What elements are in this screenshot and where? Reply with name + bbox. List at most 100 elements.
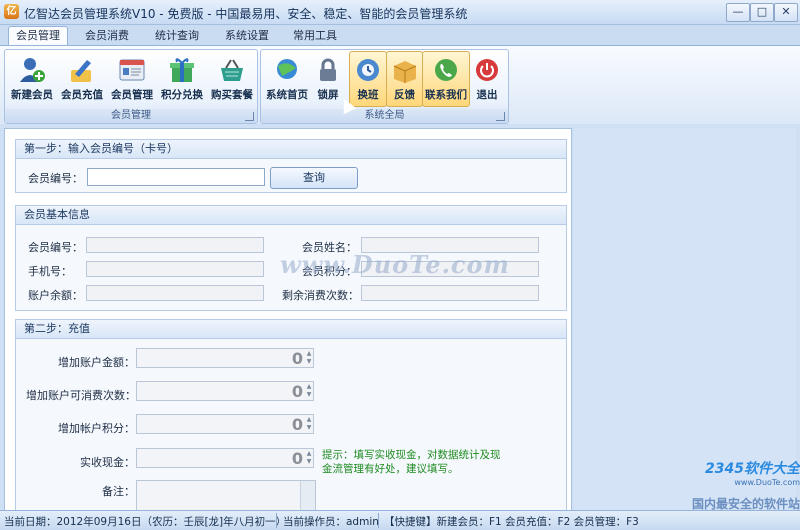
ribbon-group-system-label: 系统全局 [261, 109, 508, 123]
cash-label: 实收现金： [80, 456, 135, 469]
shift-change-label: 换班 [357, 89, 379, 101]
add-times-value: 0 [291, 382, 303, 401]
add-times-label: 增加账户可消费次数： [26, 389, 136, 402]
ribbon-tabs: 会员管理 会员消费 统计查询 系统设置 常用工具 [0, 25, 800, 47]
step1-member-no-label: 会员编号： [28, 172, 83, 185]
remark-scrollbar[interactable] [300, 481, 315, 513]
status-separator [378, 513, 379, 528]
home-globe-icon [277, 59, 297, 79]
watermark-corner-brand: 2345软件大全 [705, 461, 800, 477]
watermark-corner: 2345软件大全 www.DuoTe.com 国内最安全的软件站 [660, 458, 800, 512]
right-pane [574, 128, 796, 510]
step1-title: 第一步：输入会员编号（卡号） [16, 140, 566, 159]
spinner-arrows-icon[interactable]: ▲ ▼ [306, 450, 312, 467]
phone-icon [435, 59, 457, 81]
info-balance-field [86, 285, 264, 301]
points-exchange-label: 积分兑换 [161, 89, 203, 101]
close-button[interactable]: ✕ [774, 3, 798, 22]
member-card-icon [119, 59, 145, 81]
member-manage-label: 会员管理 [111, 89, 153, 101]
info-remaining-field [361, 285, 539, 301]
lock-screen-button[interactable]: 锁屏 [308, 52, 348, 106]
step2-title: 第二步：充值 [16, 320, 566, 339]
add-user-icon [20, 58, 45, 82]
add-amount-input[interactable]: 0 ▲ ▼ [136, 348, 314, 368]
group-launcher-icon[interactable] [245, 112, 254, 121]
add-points-label: 增加帐户积分： [58, 422, 135, 435]
status-operator: 当前操作员：admin [283, 516, 379, 528]
points-exchange-button[interactable]: 积分兑换 [158, 52, 206, 106]
info-member-no-label: 会员编号： [28, 241, 83, 254]
main-content: 第一步：输入会员编号（卡号） 会员编号： 查询 会员基本信息 会员编号： 会员姓… [0, 124, 800, 514]
info-balance-label: 账户余额： [28, 289, 83, 302]
member-manage-button[interactable]: 会员管理 [108, 52, 156, 106]
contact-us-button[interactable]: 联系我们 [422, 51, 470, 107]
query-button[interactable]: 查询 [270, 167, 358, 189]
member-recharge-label: 会员充值 [61, 89, 103, 101]
info-phone-field [86, 261, 264, 277]
title-bar: 亿 亿智达会员管理系统V10 - 免费版 - 中国最易用、安全、稳定、智能的会员… [0, 0, 800, 25]
ribbon: 新建会员 会员充值 会员管理 积分兑换 购买套餐 会员管理 系统首页 锁屏 换班… [0, 45, 800, 125]
new-member-label: 新建会员 [11, 89, 53, 101]
step2-panel: 第二步：充值 增加账户金额： 0 ▲ ▼ 增加账户可消费次数： 0 ▲ ▼ 增加帐户… [15, 319, 567, 514]
home-button[interactable]: 系统首页 [263, 52, 311, 106]
cash-input[interactable]: 0 ▲ ▼ [136, 448, 314, 468]
minimize-button[interactable]: — [726, 3, 750, 22]
step1-panel: 第一步：输入会员编号（卡号） 会员编号： 查询 [15, 139, 567, 193]
tab-tools[interactable]: 常用工具 [286, 27, 344, 45]
add-points-value: 0 [291, 415, 303, 434]
exit-button[interactable]: 退出 [469, 52, 505, 106]
home-label: 系统首页 [266, 89, 308, 101]
watermark-corner-site: www.DuoTe.com [734, 478, 800, 487]
basket-icon [221, 59, 243, 81]
maximize-button[interactable]: □ [750, 3, 774, 22]
group-launcher-icon[interactable] [496, 112, 505, 121]
window-title: 亿智达会员管理系统V10 - 免费版 - 中国最易用、安全、稳定、智能的会员管理… [24, 7, 468, 21]
gift-icon [170, 58, 194, 82]
status-date: 当前日期：2012年09月16日（农历：壬辰[龙]年八月初一） [4, 516, 287, 528]
recharge-pen-icon [71, 60, 91, 82]
status-hotkeys: 【快捷键】新建会员：F1 会员充值：F2 会员管理：F3 [384, 516, 639, 528]
feedback-label: 反馈 [394, 89, 415, 101]
remark-textarea[interactable] [136, 480, 316, 514]
info-member-no-field [86, 237, 264, 253]
app-logo-icon: 亿 [4, 4, 19, 19]
spinner-arrows-icon[interactable]: ▲ ▼ [306, 416, 312, 433]
add-times-input[interactable]: 0 ▲ ▼ [136, 381, 314, 401]
member-recharge-button[interactable]: 会员充值 [58, 52, 106, 106]
contact-us-label: 联系我们 [425, 89, 467, 101]
basic-info-title: 会员基本信息 [16, 206, 566, 225]
spinner-arrows-icon[interactable]: ▲ ▼ [306, 383, 312, 400]
watermark-center: www.DuoTe.com [280, 250, 510, 279]
feedback-box-icon [393, 61, 416, 83]
spinner-arrows-icon[interactable]: ▲ ▼ [306, 350, 312, 367]
status-separator [276, 513, 277, 528]
remark-label: 备注： [102, 485, 135, 498]
buy-package-label: 购买套餐 [211, 89, 253, 101]
shift-change-button[interactable]: 换班 [349, 51, 387, 107]
new-member-button[interactable]: 新建会员 [8, 52, 56, 106]
add-amount-value: 0 [291, 349, 303, 368]
shift-change-icon [357, 59, 379, 81]
cash-value: 0 [291, 449, 303, 468]
add-amount-label: 增加账户金额： [58, 356, 135, 369]
status-bar: 当前日期：2012年09月16日（农历：壬辰[龙]年八月初一） 当前操作员：ad… [0, 510, 800, 530]
tab-member-consumption[interactable]: 会员消费 [78, 27, 136, 45]
tab-system-settings[interactable]: 系统设置 [218, 27, 276, 45]
exit-label: 退出 [476, 89, 498, 101]
power-icon [476, 59, 498, 81]
tab-member-management[interactable]: 会员管理 [8, 26, 68, 47]
ribbon-group-member: 新建会员 会员充值 会员管理 积分兑换 购买套餐 会员管理 [4, 49, 258, 124]
info-phone-label: 手机号： [28, 265, 72, 278]
tab-statistics[interactable]: 统计查询 [148, 27, 206, 45]
member-no-input[interactable] [87, 168, 265, 186]
ribbon-group-system: 系统首页 锁屏 换班 反馈 联系我们 退出 系统全局 [260, 49, 509, 124]
add-points-input[interactable]: 0 ▲ ▼ [136, 414, 314, 434]
info-remaining-label: 剩余消费次数： [282, 289, 359, 302]
recharge-form: 第一步：输入会员编号（卡号） 会员编号： 查询 会员基本信息 会员编号： 会员姓… [4, 128, 572, 514]
cash-hint: 提示：填写实收现金，对数据统计及现金流管理有好处，建议填写。 [322, 449, 501, 475]
ribbon-group-member-label: 会员管理 [5, 109, 257, 123]
feedback-button[interactable]: 反馈 [386, 51, 423, 107]
buy-package-button[interactable]: 购买套餐 [208, 52, 256, 106]
lock-icon [320, 58, 336, 81]
